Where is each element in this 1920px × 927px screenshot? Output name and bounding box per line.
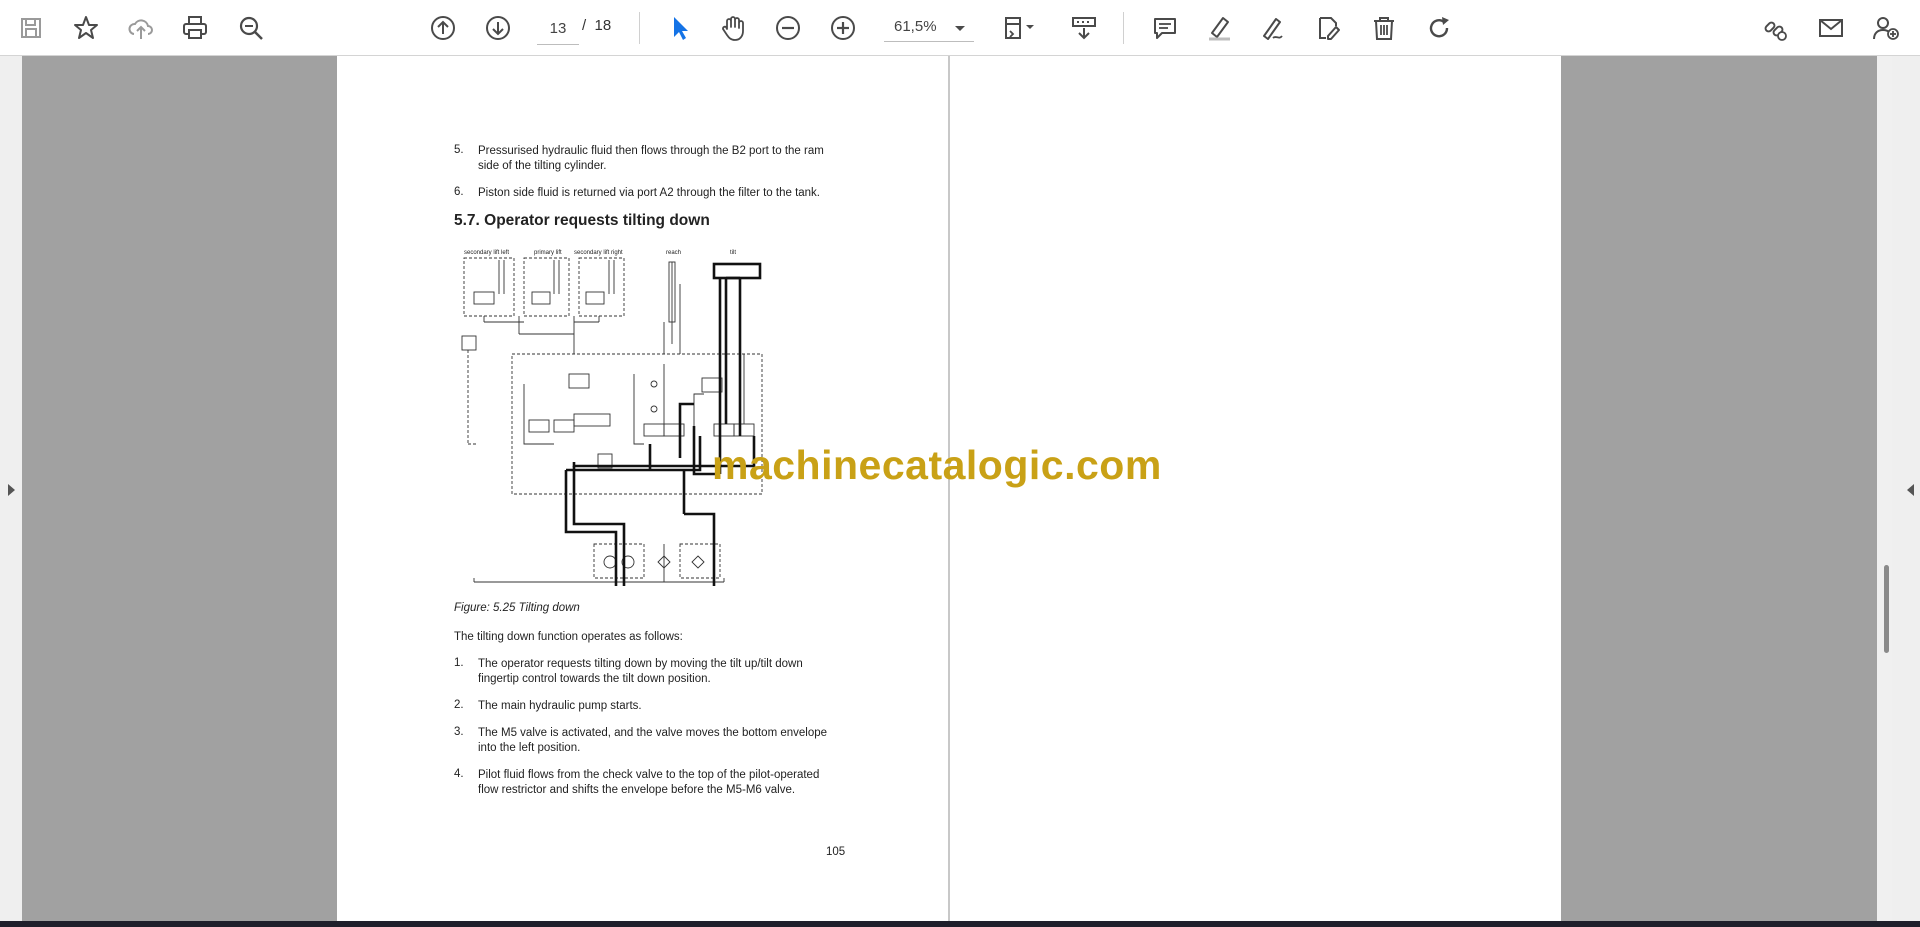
cloud-upload-icon[interactable] (121, 8, 161, 48)
expand-right-panel-icon[interactable] (1904, 480, 1916, 500)
figure-caption: Figure: 5.25 Tilting down (454, 602, 580, 614)
list-item-text: Piston side fluid is returned via port A… (478, 187, 821, 199)
zoom-in-icon[interactable] (823, 8, 863, 48)
zoom-out-icon[interactable] (768, 8, 808, 48)
highlight-icon[interactable] (1199, 8, 1239, 48)
page-number: 105 (826, 846, 846, 858)
intro-paragraph: The tilting down function operates as fo… (454, 631, 683, 643)
page-number-input[interactable] (537, 12, 579, 45)
list-number: 2. (454, 699, 464, 711)
list-item-text: Pressurised hydraulic fluid then flows t… (478, 145, 824, 172)
toolbar-divider (639, 12, 640, 44)
scroll-mode-icon[interactable] (1064, 8, 1104, 48)
fit-page-icon[interactable] (996, 8, 1044, 48)
watermark: machinecatalogic.com (712, 442, 1162, 488)
email-icon[interactable] (1811, 8, 1851, 48)
zoom-search-icon[interactable] (231, 8, 271, 48)
save-icon[interactable] (11, 8, 51, 48)
star-icon[interactable] (66, 8, 106, 48)
list-number: 4. (454, 768, 464, 780)
list-number: 3. (454, 726, 464, 738)
list-number: 1. (454, 657, 464, 669)
comment-icon[interactable] (1145, 8, 1185, 48)
diagram-label: secondary lift left (464, 250, 509, 256)
diagram-label: tilt (730, 250, 736, 256)
diagram-label: reach (666, 250, 681, 256)
hand-icon[interactable] (713, 8, 753, 48)
toolbar-divider (1123, 12, 1124, 44)
share-link-icon[interactable] (1755, 8, 1795, 48)
page-up-icon[interactable] (423, 8, 463, 48)
fill-sign-icon[interactable] (1308, 8, 1348, 48)
rotate-icon[interactable] (1419, 8, 1459, 48)
hydraulic-diagram: secondary lift left primary lift seconda… (461, 250, 763, 586)
toolbar: / 18 (0, 0, 1920, 56)
list-item-text: The operator requests tilting down by mo… (478, 658, 803, 685)
add-user-icon[interactable] (1866, 8, 1906, 48)
list-item-text: The main hydraulic pump starts. (478, 700, 642, 712)
section-heading: 5.7. Operator requests tilting down (454, 212, 710, 229)
taskbar-edge (0, 921, 1920, 927)
select-cursor-icon[interactable] (660, 8, 700, 48)
diagram-label: primary lift (534, 250, 562, 256)
print-icon[interactable] (175, 8, 215, 48)
scrollbar[interactable] (1880, 56, 1892, 921)
expand-left-panel-icon[interactable] (6, 480, 18, 500)
list-item-text: Pilot fluid flows from the check valve t… (478, 769, 820, 796)
scrollbar-thumb[interactable] (1884, 565, 1889, 653)
page-total: / 18 (582, 17, 612, 34)
delete-icon[interactable] (1364, 8, 1404, 48)
list-item-text: The M5 valve is activated, and the valve… (478, 727, 828, 754)
list-number: 5. (454, 144, 464, 156)
chevron-down-icon[interactable] (950, 18, 970, 38)
page-down-icon[interactable] (478, 8, 518, 48)
diagram-label: secondary lift right (574, 250, 623, 256)
draw-icon[interactable] (1253, 8, 1293, 48)
list-number: 6. (454, 186, 464, 198)
